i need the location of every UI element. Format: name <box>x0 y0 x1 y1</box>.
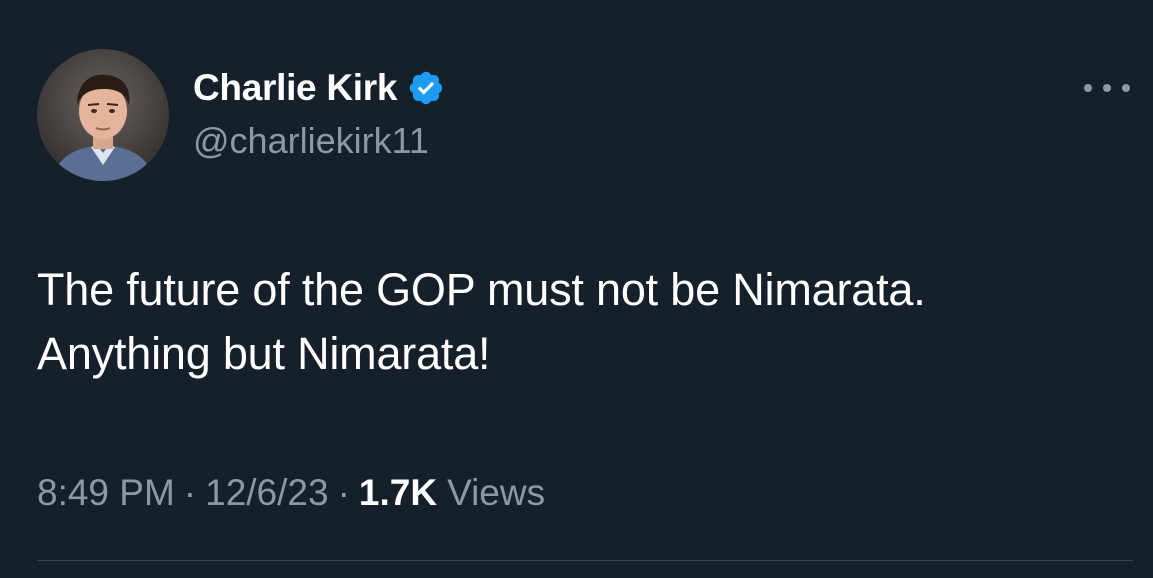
tweet-time[interactable]: 8:49 PM <box>37 472 175 514</box>
avatar-photo <box>37 49 169 181</box>
more-options-button[interactable] <box>1084 76 1130 100</box>
author-handle[interactable]: @charliekirk11 <box>193 120 429 162</box>
more-options-icon <box>1122 84 1130 92</box>
tweet-text: The future of the GOP must not be Nimara… <box>37 264 926 379</box>
divider <box>37 560 1133 561</box>
meta-separator: · <box>183 472 197 513</box>
tweet-date[interactable]: 12/6/23 <box>205 472 328 514</box>
meta-separator: · <box>337 472 350 513</box>
views-label[interactable]: Views <box>447 472 545 514</box>
tweet: Charlie Kirk @charliekirk11 The future o… <box>0 0 1153 578</box>
more-options-icon <box>1103 84 1111 92</box>
verified-badge-icon[interactable] <box>407 69 445 107</box>
author-name-row[interactable]: Charlie Kirk <box>193 64 445 112</box>
avatar[interactable] <box>37 49 169 181</box>
tweet-metadata: 8:49 PM · 12/6/23 · 1.7K Views <box>37 472 545 514</box>
views-count[interactable]: 1.7K <box>359 472 437 514</box>
author-display-name[interactable]: Charlie Kirk <box>193 67 397 109</box>
more-options-icon <box>1084 84 1092 92</box>
